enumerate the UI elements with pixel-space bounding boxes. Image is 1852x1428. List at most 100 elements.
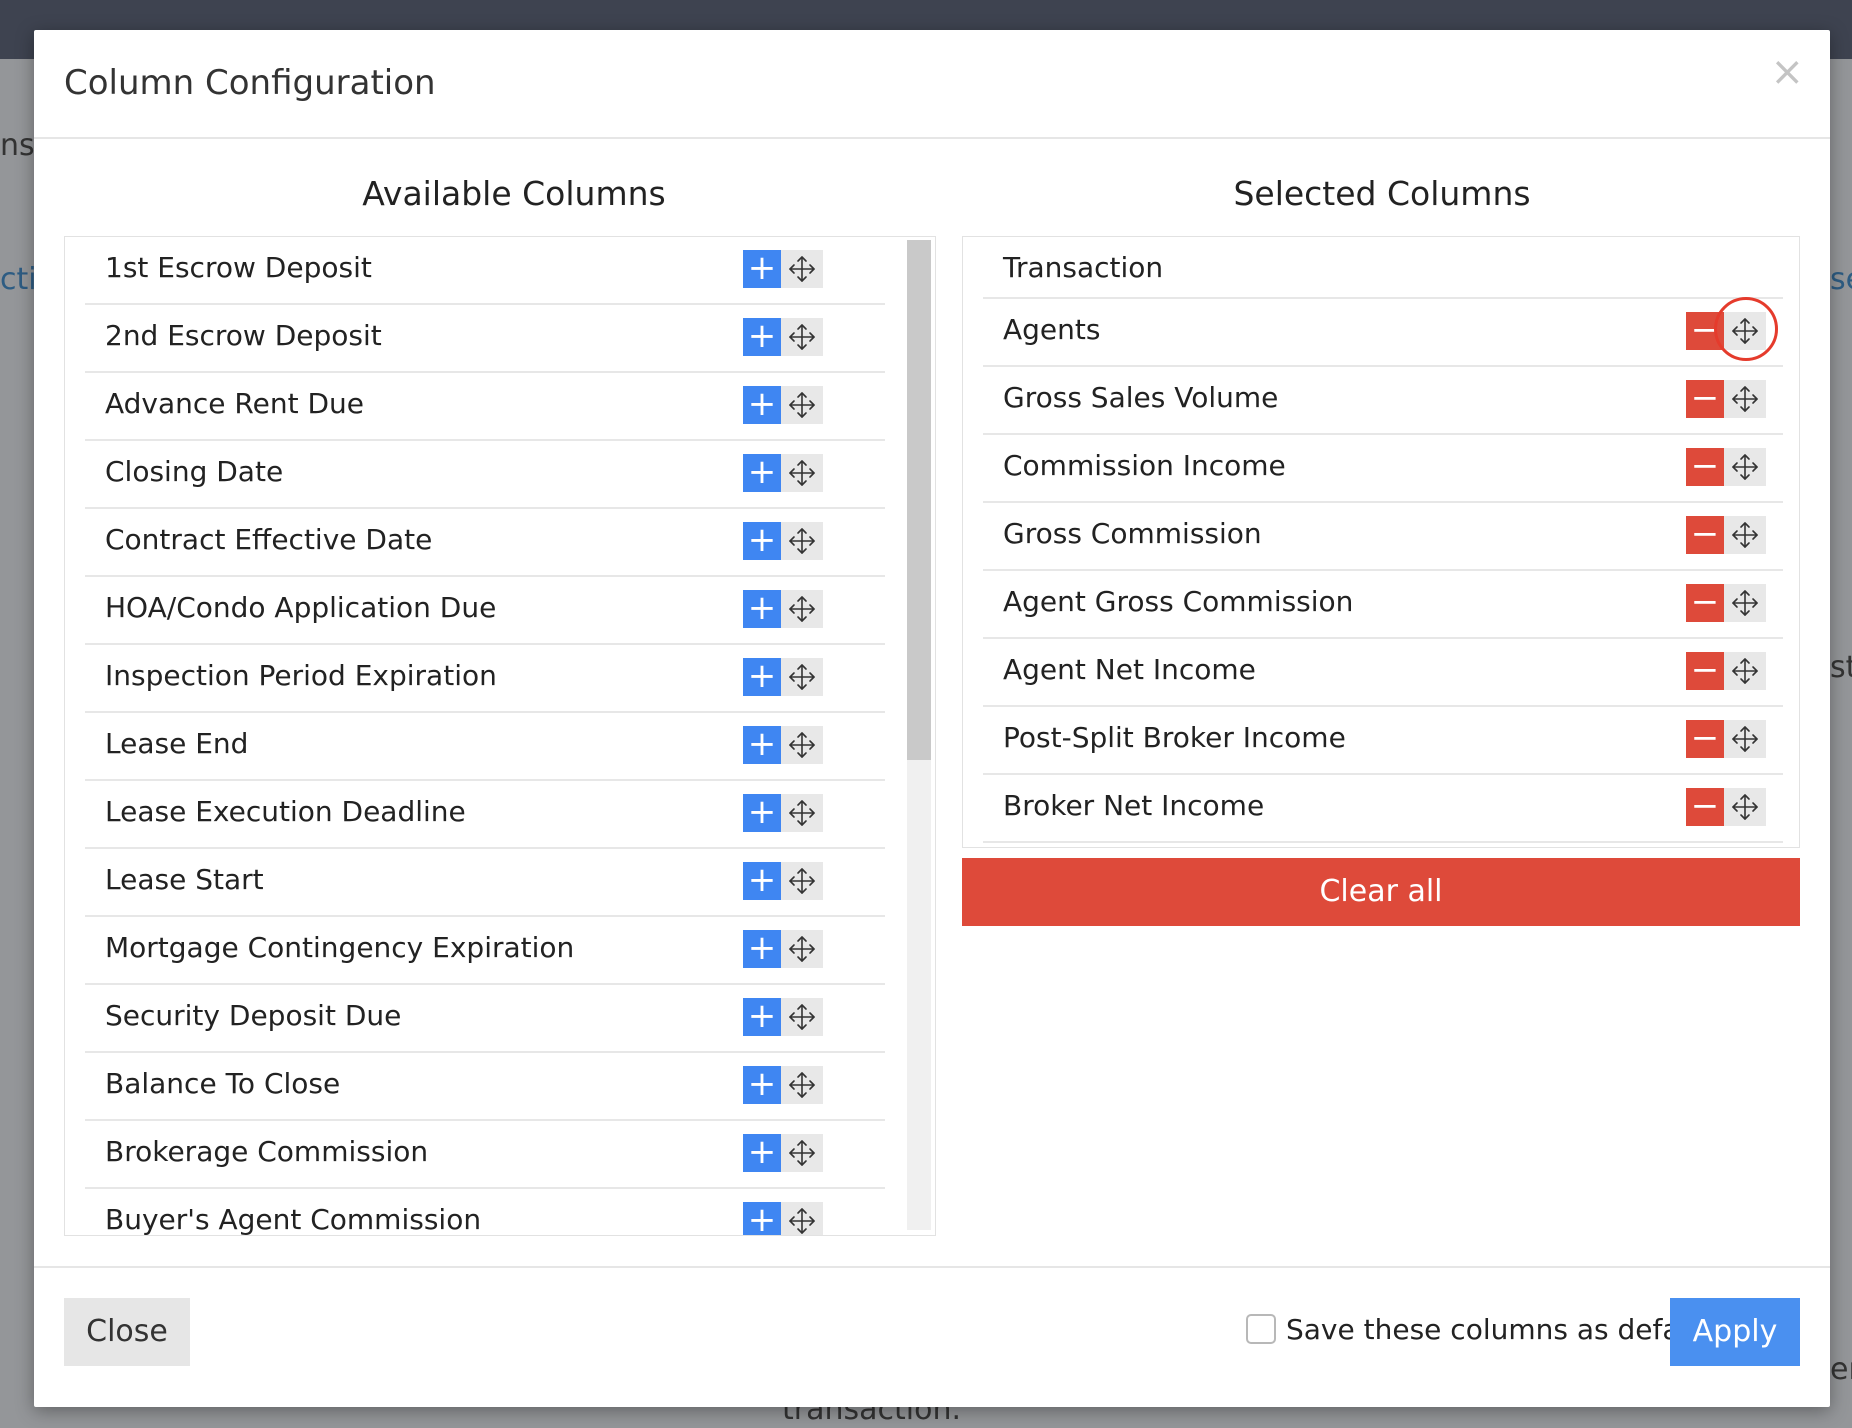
list-item: Buyer's Agent Commission + xyxy=(85,1189,885,1235)
list-item-label: Advance Rent Due xyxy=(105,387,365,420)
scrollbar-thumb[interactable] xyxy=(907,240,931,760)
add-column-button[interactable]: + xyxy=(743,1066,781,1104)
list-item-label: Security Deposit Due xyxy=(105,999,402,1032)
move-icon[interactable] xyxy=(1724,380,1766,418)
list-item-label: Mortgage Contingency Expiration xyxy=(105,931,575,964)
background-text: er xyxy=(1830,1352,1852,1387)
list-item: Contract Effective Date + xyxy=(85,509,885,577)
list-item: Post-Split Broker Income − xyxy=(983,707,1783,775)
add-column-button[interactable]: + xyxy=(743,862,781,900)
background-text: se xyxy=(1830,262,1852,297)
add-column-button[interactable]: + xyxy=(743,386,781,424)
list-item: Agent Gross Commission − xyxy=(983,571,1783,639)
list-item: Balance To Close + xyxy=(85,1053,885,1121)
remove-column-button[interactable]: − xyxy=(1686,652,1724,690)
move-icon[interactable] xyxy=(1724,584,1766,622)
move-icon[interactable] xyxy=(1724,652,1766,690)
move-icon[interactable] xyxy=(781,454,823,492)
add-column-button[interactable]: + xyxy=(743,1134,781,1172)
save-default-label: Save these columns as default? xyxy=(1286,1313,1731,1346)
list-item: Brokerage Commission + xyxy=(85,1121,885,1189)
list-item: 2nd Escrow Deposit + xyxy=(85,305,885,373)
list-item: HOA/Condo Application Due + xyxy=(85,577,885,645)
remove-column-button[interactable]: − xyxy=(1686,584,1724,622)
list-item: Agent Net Income − xyxy=(983,639,1783,707)
remove-column-button[interactable]: − xyxy=(1686,788,1724,826)
move-icon[interactable] xyxy=(781,386,823,424)
close-icon[interactable]: × xyxy=(1770,52,1804,92)
column-configuration-dialog: Column Configuration × Available Columns… xyxy=(34,30,1830,1407)
apply-button[interactable]: Apply xyxy=(1670,1298,1800,1366)
add-column-button[interactable]: + xyxy=(743,658,781,696)
list-item-label: Lease End xyxy=(105,727,249,760)
list-item: Advance Rent Due + xyxy=(85,373,885,441)
list-item-transaction: Transaction xyxy=(983,237,1783,299)
move-icon[interactable] xyxy=(781,250,823,288)
list-item: Mortgage Contingency Expiration + xyxy=(85,917,885,985)
add-column-button[interactable]: + xyxy=(743,1202,781,1235)
selected-columns-title: Selected Columns xyxy=(1233,174,1531,213)
list-item-label: Transaction xyxy=(1003,251,1164,284)
add-column-button[interactable]: + xyxy=(743,522,781,560)
move-icon[interactable] xyxy=(781,658,823,696)
list-item-label: Gross Sales Volume xyxy=(1003,381,1279,414)
add-column-button[interactable]: + xyxy=(743,726,781,764)
list-item: Gross Commission − xyxy=(983,503,1783,571)
move-icon[interactable] xyxy=(781,998,823,1036)
list-item-label: Inspection Period Expiration xyxy=(105,659,497,692)
add-column-button[interactable]: + xyxy=(743,318,781,356)
list-item-label: Closing Date xyxy=(105,455,284,488)
add-column-button[interactable]: + xyxy=(743,998,781,1036)
move-icon[interactable] xyxy=(781,862,823,900)
close-button[interactable]: Close xyxy=(64,1298,190,1366)
list-item-label: Lease Execution Deadline xyxy=(105,795,466,828)
list-item-label: Commission Income xyxy=(1003,449,1286,482)
background-text: st xyxy=(1830,650,1852,685)
remove-column-button[interactable]: − xyxy=(1686,380,1724,418)
list-item-label: Agents xyxy=(1003,313,1101,346)
move-icon[interactable] xyxy=(781,930,823,968)
list-item: Closing Date + xyxy=(85,441,885,509)
list-item-label: 2nd Escrow Deposit xyxy=(105,319,382,352)
list-item: Agents − xyxy=(983,297,1783,367)
list-item-label: Balance To Close xyxy=(105,1067,341,1100)
list-item: Broker Net Income − xyxy=(983,775,1783,843)
move-icon[interactable] xyxy=(1724,448,1766,486)
move-icon[interactable] xyxy=(781,1202,823,1235)
clear-all-button[interactable]: Clear all xyxy=(962,858,1800,926)
move-icon[interactable] xyxy=(1724,720,1766,758)
remove-column-button[interactable]: − xyxy=(1686,516,1724,554)
list-item: Lease End + xyxy=(85,713,885,781)
add-column-button[interactable]: + xyxy=(743,930,781,968)
list-item-label: Agent Net Income xyxy=(1003,653,1256,686)
list-item: Lease Start + xyxy=(85,849,885,917)
move-icon[interactable] xyxy=(781,794,823,832)
add-column-button[interactable]: + xyxy=(743,250,781,288)
list-item-label: Broker Net Income xyxy=(1003,789,1265,822)
add-column-button[interactable]: + xyxy=(743,590,781,628)
list-item-label: Agent Gross Commission xyxy=(1003,585,1354,618)
list-item-label: Gross Commission xyxy=(1003,517,1262,550)
list-item-label: HOA/Condo Application Due xyxy=(105,591,497,624)
save-default-checkbox[interactable] xyxy=(1246,1314,1276,1344)
remove-column-button[interactable]: − xyxy=(1686,720,1724,758)
add-column-button[interactable]: + xyxy=(743,794,781,832)
move-icon[interactable] xyxy=(781,1134,823,1172)
add-column-button[interactable]: + xyxy=(743,454,781,492)
move-icon[interactable] xyxy=(781,590,823,628)
move-icon[interactable] xyxy=(781,1066,823,1104)
list-item: Inspection Period Expiration + xyxy=(85,645,885,713)
list-item-label: 1st Escrow Deposit xyxy=(105,251,372,284)
move-icon[interactable] xyxy=(781,318,823,356)
highlight-circle xyxy=(1714,297,1778,361)
selected-columns-list: Transaction Agents − Gross Sales Volume − Co… xyxy=(962,236,1800,848)
move-icon[interactable] xyxy=(781,522,823,560)
move-icon[interactable] xyxy=(1724,516,1766,554)
move-icon[interactable] xyxy=(781,726,823,764)
list-item: Lease Execution Deadline + xyxy=(85,781,885,849)
remove-column-button[interactable]: − xyxy=(1686,448,1724,486)
list-item: Gross Sales Volume − xyxy=(983,367,1783,435)
available-columns-list: 1st Escrow Deposit +2nd Escrow Deposit + Ad… xyxy=(64,236,936,1236)
modal-header: Column Configuration × xyxy=(34,30,1830,139)
move-icon[interactable] xyxy=(1724,788,1766,826)
